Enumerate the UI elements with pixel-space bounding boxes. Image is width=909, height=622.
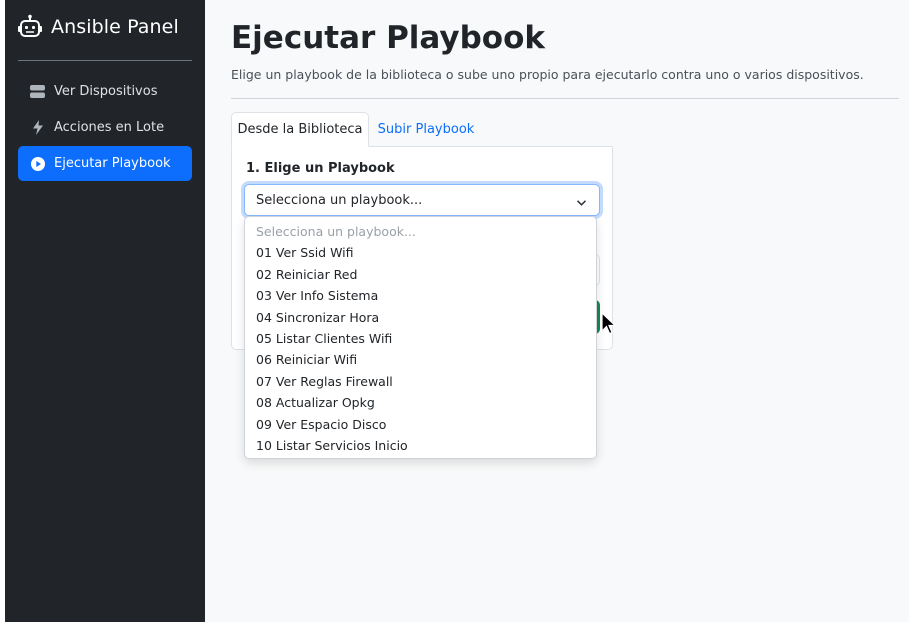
- sidebar-item-label: Acciones en Lote: [54, 120, 165, 135]
- server-icon: [30, 84, 45, 99]
- lightning-icon: [30, 120, 45, 135]
- dropdown-option[interactable]: 04 Sincronizar Hora: [245, 307, 596, 328]
- tab-desde-la-biblioteca[interactable]: Desde la Biblioteca: [231, 112, 369, 147]
- mouse-cursor-icon: [601, 311, 617, 340]
- dropdown-option[interactable]: 09 Ver Espacio Disco: [245, 414, 596, 435]
- sidebar-divider: [18, 60, 192, 61]
- sidebar-item-acciones-en-lote[interactable]: Acciones en Lote: [18, 110, 192, 145]
- dropdown-option[interactable]: 02 Reiniciar Red: [245, 264, 596, 285]
- tab-subir-playbook[interactable]: Subir Playbook: [369, 112, 483, 147]
- sidebar: Ansible Panel Ver Dispositivos Acciones …: [5, 0, 205, 622]
- dropdown-option[interactable]: 01 Ver Ssid Wifi: [245, 242, 596, 263]
- page-title: Ejecutar Playbook: [231, 20, 546, 56]
- dropdown-option[interactable]: 03 Ver Info Sistema: [245, 285, 596, 306]
- sidebar-nav: Ver Dispositivos Acciones en Lote Ejecut…: [18, 74, 192, 182]
- dropdown-option[interactable]: 07 Ver Reglas Firewall: [245, 371, 596, 392]
- sidebar-item-label: Ver Dispositivos: [54, 84, 158, 99]
- sidebar-item-ver-dispositivos[interactable]: Ver Dispositivos: [18, 74, 192, 109]
- play-circle-icon: [30, 156, 45, 171]
- dropdown-placeholder[interactable]: Selecciona un playbook...: [245, 221, 596, 242]
- dropdown-option[interactable]: 08 Actualizar Opkg: [245, 392, 596, 413]
- select-value: Selecciona un playbook...: [256, 192, 423, 208]
- field-label: 1. Elige un Playbook: [246, 161, 395, 176]
- playbook-select[interactable]: Selecciona un playbook...: [244, 184, 600, 216]
- sidebar-item-label: Ejecutar Playbook: [54, 156, 171, 171]
- card-border: [368, 146, 613, 147]
- playbook-dropdown-list[interactable]: Selecciona un playbook... 01 Ver Ssid Wi…: [244, 216, 597, 459]
- brand[interactable]: Ansible Panel: [17, 14, 179, 40]
- page-subtitle: Elige un playbook de la biblioteca o sub…: [231, 67, 864, 82]
- dropdown-option[interactable]: 05 Listar Clientes Wifi: [245, 328, 596, 349]
- robot-icon: [17, 14, 43, 40]
- chevron-down-icon: [576, 196, 587, 211]
- dropdown-option[interactable]: 10 Listar Servicios Inicio: [245, 435, 596, 456]
- dropdown-option[interactable]: 06 Reiniciar Wifi: [245, 349, 596, 370]
- sidebar-item-ejecutar-playbook[interactable]: Ejecutar Playbook: [18, 146, 192, 181]
- header-divider: [231, 98, 899, 99]
- brand-name: Ansible Panel: [51, 16, 179, 38]
